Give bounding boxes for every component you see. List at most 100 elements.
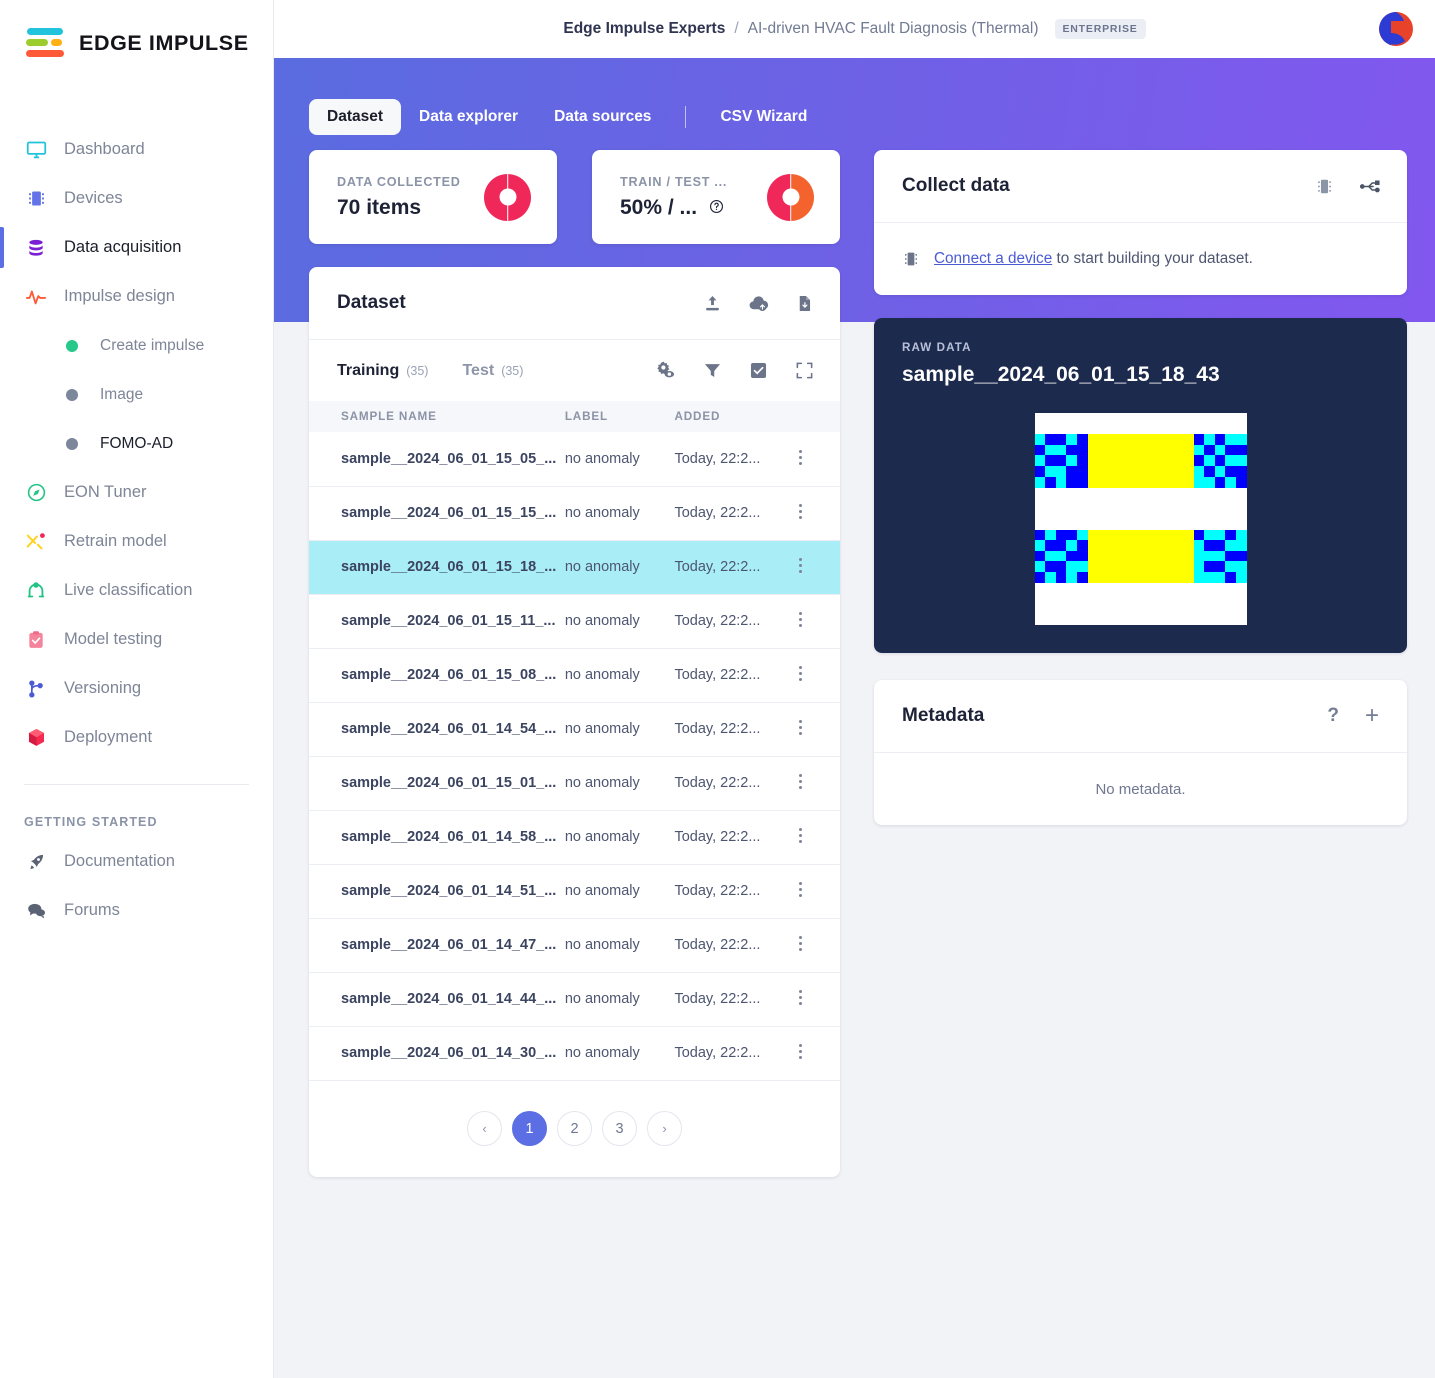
- row-menu-icon[interactable]: [798, 936, 840, 951]
- table-row[interactable]: sample__2024_06_01_14_44_... no anomaly To…: [309, 972, 840, 1027]
- checkbox-icon[interactable]: [749, 361, 768, 380]
- sidebar-item-fomo-ad[interactable]: FOMO-AD: [0, 419, 273, 468]
- table-row[interactable]: sample__2024_06_01_15_18_... no anomaly To…: [309, 540, 840, 595]
- sidebar-section-label: GETTING STARTED: [24, 815, 158, 829]
- cell-sample-name: sample__2024_06_01_15_11_...: [309, 594, 565, 649]
- table-row[interactable]: sample__2024_06_01_14_30_... no anomaly To…: [309, 1026, 840, 1081]
- dataset-subtabs: Training (35) Test (35): [337, 362, 523, 380]
- cell-actions: [798, 648, 840, 703]
- brand-logo[interactable]: EDGE IMPULSE: [0, 0, 273, 61]
- metadata-empty-text: No metadata.: [1095, 780, 1186, 798]
- pagination-page-1[interactable]: 1: [512, 1111, 547, 1146]
- cell-added: Today, 22:2...: [674, 756, 799, 811]
- stat-cards: DATA COLLECTED 70 items TRAIN / TEST ...…: [309, 150, 840, 244]
- usb-icon[interactable]: [1360, 176, 1381, 197]
- table-row[interactable]: sample__2024_06_01_15_01_... no anomaly To…: [309, 756, 840, 811]
- sidebar-item-label: EON Tuner: [64, 483, 147, 501]
- broadcast-icon: [24, 579, 48, 603]
- sidebar-item-documentation[interactable]: Documentation: [0, 837, 273, 886]
- table-row[interactable]: sample__2024_06_01_15_08_... no anomaly To…: [309, 648, 840, 703]
- cell-sample-name: sample__2024_06_01_14_44_...: [309, 972, 565, 1027]
- subtab-training[interactable]: Training (35): [337, 362, 428, 380]
- table-row[interactable]: sample__2024_06_01_14_51_... no anomaly To…: [309, 864, 840, 919]
- stat-value-row: 50% / ...: [620, 196, 727, 220]
- table-row[interactable]: sample__2024_06_01_15_11_... no anomaly To…: [309, 594, 840, 649]
- stat-value: 50% / ...: [620, 195, 698, 219]
- table-row[interactable]: sample__2024_06_01_14_47_... no anomaly To…: [309, 918, 840, 973]
- sidebar-item-image[interactable]: Image: [0, 370, 273, 419]
- cell-added: Today, 22:2...: [674, 648, 799, 703]
- sidebar-nav: Dashboard Devices Data acquisition Impul…: [0, 125, 273, 935]
- row-menu-icon[interactable]: [798, 828, 840, 843]
- sidebar-item-impulse-design[interactable]: Impulse design: [0, 272, 273, 321]
- cell-added: Today, 22:2...: [674, 432, 799, 487]
- sidebar-item-label: Retrain model: [64, 532, 167, 550]
- file-download-icon[interactable]: [795, 294, 814, 313]
- help-icon[interactable]: ?: [1327, 705, 1339, 727]
- collect-data-rest: to start building your dataset.: [1052, 250, 1253, 267]
- subtab-count: (35): [406, 363, 429, 378]
- pagination-page-3[interactable]: 3: [602, 1111, 637, 1146]
- sidebar-item-label: Model testing: [64, 630, 163, 648]
- row-menu-icon[interactable]: [798, 449, 840, 465]
- sidebar-item-forums[interactable]: Forums: [0, 886, 273, 935]
- gear-eye-icon[interactable]: [655, 360, 676, 381]
- brand-name: EDGE IMPULSE: [79, 30, 249, 55]
- right-column: Collect data Connect a device to start b…: [874, 150, 1407, 825]
- thermal-heatmap-image[interactable]: [1034, 413, 1248, 625]
- subtab-test[interactable]: Test (35): [462, 362, 523, 380]
- table-row[interactable]: sample__2024_06_01_15_15_... no anomaly To…: [309, 486, 840, 541]
- filter-icon[interactable]: [703, 361, 722, 380]
- status-dot-icon: [66, 388, 78, 401]
- breadcrumb-project[interactable]: AI-driven HVAC Fault Diagnosis (Thermal): [748, 20, 1039, 38]
- sidebar-item-live-classification[interactable]: Live classification: [0, 566, 273, 615]
- plus-icon[interactable]: +: [1365, 704, 1379, 728]
- upload-icon[interactable]: [703, 294, 722, 313]
- sidebar-item-versioning[interactable]: Versioning: [0, 664, 273, 713]
- metadata-actions: ? +: [1327, 704, 1379, 728]
- sidebar-item-devices[interactable]: Devices: [0, 174, 273, 223]
- rocket-icon: [24, 850, 48, 874]
- row-menu-icon[interactable]: [798, 558, 840, 573]
- table-row[interactable]: sample__2024_06_01_14_58_... no anomaly To…: [309, 810, 840, 865]
- pagination-page-2[interactable]: 2: [557, 1111, 592, 1146]
- table-row[interactable]: sample__2024_06_01_14_54_... no anomaly To…: [309, 702, 840, 757]
- row-menu-icon[interactable]: [798, 1044, 840, 1059]
- breadcrumb-org[interactable]: Edge Impulse Experts: [563, 20, 725, 38]
- chip-icon[interactable]: [1315, 177, 1334, 196]
- app-root: EDGE IMPULSE Dashboard Devices Data acqu…: [0, 0, 1435, 1378]
- avatar[interactable]: [1378, 11, 1414, 47]
- status-dot-icon: [66, 339, 78, 352]
- sidebar-item-eon-tuner[interactable]: EON Tuner: [0, 468, 273, 517]
- cell-label: no anomaly: [564, 756, 675, 811]
- pagination-prev[interactable]: ‹: [467, 1111, 502, 1146]
- cell-label: no anomaly: [564, 972, 675, 1027]
- sidebar: EDGE IMPULSE Dashboard Devices Data acqu…: [0, 0, 274, 1378]
- expand-icon[interactable]: [795, 361, 814, 380]
- sidebar-item-create-impulse[interactable]: Create impulse: [0, 321, 273, 370]
- table-row[interactable]: sample__2024_06_01_15_05_... no anomaly To…: [309, 432, 840, 487]
- help-icon[interactable]: [709, 199, 724, 217]
- row-menu-icon[interactable]: [798, 990, 840, 1005]
- sidebar-item-retrain-model[interactable]: Retrain model: [0, 517, 273, 566]
- row-menu-icon[interactable]: [798, 612, 840, 627]
- row-menu-icon[interactable]: [798, 720, 840, 735]
- cell-actions: [798, 810, 840, 865]
- sidebar-item-data-acquisition[interactable]: Data acquisition: [0, 223, 273, 272]
- row-menu-icon[interactable]: [798, 774, 840, 789]
- panel-title: Collect data: [902, 175, 1010, 196]
- row-menu-icon[interactable]: [798, 882, 840, 897]
- pagination-next[interactable]: ›: [647, 1111, 682, 1146]
- page-content: DATA COLLECTED 70 items TRAIN / TEST ...…: [274, 58, 1435, 1378]
- metadata-body: No metadata.: [874, 752, 1407, 825]
- table-body: sample__2024_06_01_15_05_... no anomaly To…: [309, 432, 840, 1081]
- cell-label: no anomaly: [564, 864, 675, 919]
- row-menu-icon[interactable]: [798, 666, 840, 681]
- clipboard-check-icon: [24, 628, 48, 652]
- sidebar-item-dashboard[interactable]: Dashboard: [0, 125, 273, 174]
- sidebar-item-model-testing[interactable]: Model testing: [0, 615, 273, 664]
- row-menu-icon[interactable]: [798, 504, 840, 519]
- cloud-upload-icon[interactable]: [748, 293, 769, 314]
- connect-device-link[interactable]: Connect a device: [934, 250, 1052, 267]
- sidebar-item-deployment[interactable]: Deployment: [0, 713, 273, 762]
